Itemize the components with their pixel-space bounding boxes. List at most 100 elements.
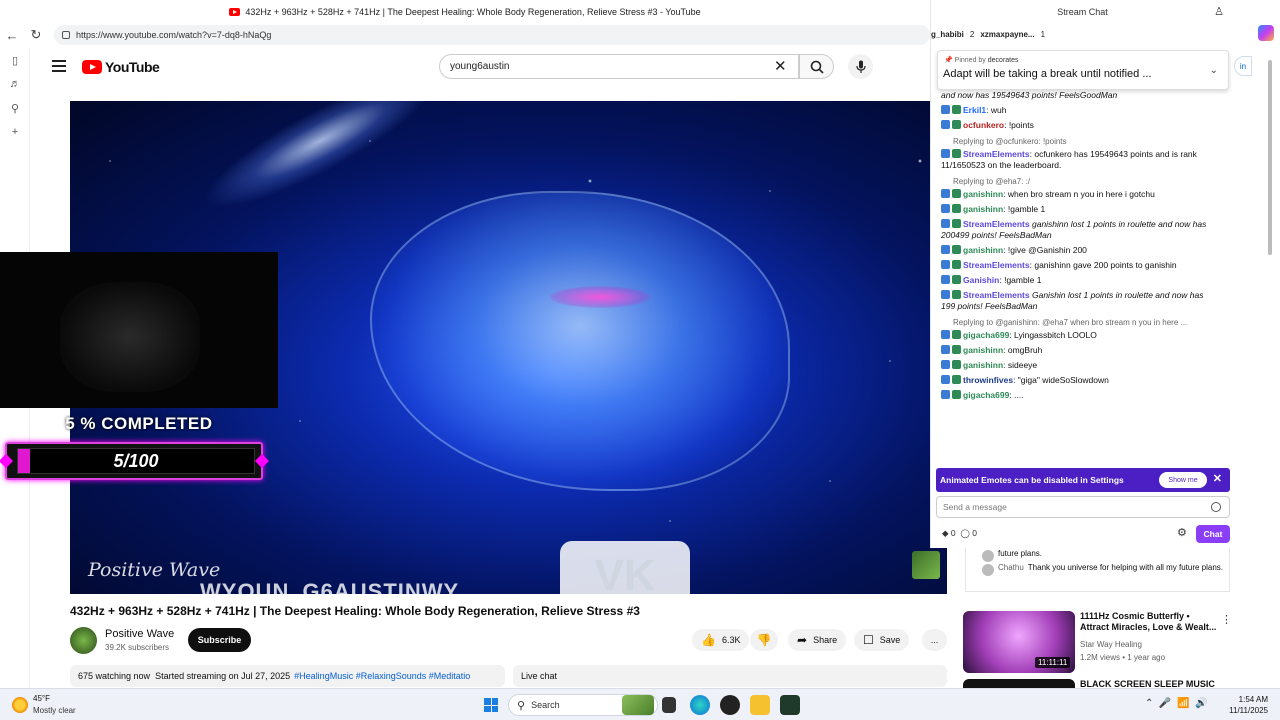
gear-icon[interactable]: ⚙ — [1177, 526, 1187, 539]
chat-badge-icon[interactable] — [941, 375, 950, 384]
back-icon[interactable]: ← — [0, 24, 24, 46]
chat-badge-icon[interactable] — [941, 345, 950, 354]
chat-badge-icon[interactable] — [952, 245, 961, 254]
recommended-video[interactable]: 11:11:11 1111Hz Cosmic Butterfly • Attra… — [963, 611, 1233, 675]
chat-badge-icon[interactable] — [941, 260, 950, 269]
chat-badge-icon[interactable] — [941, 275, 950, 284]
chat-username[interactable]: ganishinn — [963, 360, 1003, 370]
chat-badge-icon[interactable] — [941, 390, 950, 399]
search-tabs-icon[interactable]: ⚲ — [0, 96, 30, 120]
chat-badge-icon[interactable] — [941, 120, 950, 129]
chat-badge-icon[interactable] — [941, 290, 950, 299]
file-explorer-icon[interactable] — [750, 695, 770, 715]
chat-badge-icon[interactable] — [952, 390, 961, 399]
video-thumbnail[interactable] — [963, 679, 1075, 688]
menu-icon[interactable] — [52, 60, 66, 72]
chat-username[interactable]: StreamElements — [963, 219, 1030, 229]
show-me-button[interactable]: Show me — [1159, 472, 1207, 488]
chat-badge-icon[interactable] — [941, 149, 950, 158]
chat-username[interactable]: gigacha699 — [963, 330, 1009, 340]
youtube-logo[interactable]: YouTube — [82, 59, 160, 75]
description-hashtags[interactable]: #HealingMusic #RelaxingSounds #Meditatio — [294, 671, 470, 681]
channel-points[interactable]: ◆ 0 ◯ 0 — [942, 528, 977, 539]
gifter-name[interactable]: xzmaxpayne... — [980, 30, 1034, 39]
live-chat-tab[interactable]: Live chat — [513, 665, 947, 687]
recommended-video[interactable]: BLACK SCREEN SLEEP MUSIC — [963, 679, 1233, 688]
chat-username[interactable]: StreamElements — [963, 149, 1030, 159]
chat-badge-icon[interactable] — [952, 345, 961, 354]
chat-badge-icon[interactable] — [941, 330, 950, 339]
chat-badge-icon[interactable] — [952, 260, 961, 269]
chevron-down-icon[interactable]: ⌄ — [1210, 65, 1218, 76]
chat-badge-icon[interactable] — [952, 330, 961, 339]
chat-badge-icon[interactable] — [941, 204, 950, 213]
chat-username[interactable]: ocfunkero — [963, 120, 1004, 130]
url-bar[interactable]: https://www.youtube.com/watch?v=7-dq8-hN… — [54, 25, 930, 45]
chat-badge-icon[interactable] — [952, 275, 961, 284]
recommended-title[interactable]: BLACK SCREEN SLEEP MUSIC — [1080, 679, 1220, 688]
chat-badge-icon[interactable] — [952, 375, 961, 384]
chat-username[interactable]: StreamElements — [963, 290, 1030, 300]
app-icon[interactable] — [780, 695, 800, 715]
chat-badge-icon[interactable] — [952, 290, 961, 299]
chat-input[interactable]: Send a message — [936, 496, 1230, 518]
subscribe-button[interactable]: Subscribe — [188, 628, 251, 652]
community-icon[interactable]: ♙ — [1214, 5, 1224, 18]
chat-username[interactable]: Ganishin — [963, 275, 999, 285]
channel-avatar[interactable] — [70, 627, 97, 654]
emote-picker-icon[interactable] — [1211, 502, 1221, 512]
chat-badge-icon[interactable] — [952, 105, 961, 114]
refresh-icon[interactable]: ↻ — [24, 24, 48, 46]
chat-badge-icon[interactable] — [952, 204, 961, 213]
chat-badge-icon[interactable] — [952, 189, 961, 198]
tab-actions-icon[interactable]: ▯ — [0, 48, 30, 72]
system-tray[interactable]: ⌃ 🎤 📶 🔊 — [1145, 698, 1207, 709]
like-button[interactable]: 👍 6.3K — [692, 629, 750, 651]
audio-tab-icon[interactable]: ♬ — [0, 72, 30, 96]
chat-username[interactable]: throwinfives — [963, 375, 1013, 385]
close-icon[interactable]: ✕ — [1213, 472, 1222, 485]
start-icon[interactable] — [484, 698, 498, 712]
chat-username[interactable]: ganishinn — [963, 345, 1003, 355]
dislike-button[interactable]: 👎 — [750, 629, 778, 651]
chat-username[interactable]: Erkil1 — [963, 105, 986, 115]
more-options-icon[interactable]: ⋮ — [1221, 613, 1232, 626]
description-box[interactable]: 675 watching now Started streaming on Ju… — [70, 665, 505, 687]
clock[interactable]: 1:54 AM 11/11/2025 — [1224, 694, 1268, 716]
new-tab-icon[interactable]: + — [0, 120, 30, 144]
channel-name[interactable]: Positive Wave — [105, 628, 174, 640]
save-button[interactable]: ☐ Save — [854, 629, 910, 651]
clear-search-icon[interactable]: ✕ — [774, 57, 787, 75]
more-actions-button[interactable]: ... — [922, 629, 947, 651]
chat-username[interactable]: ganishinn — [963, 204, 1003, 214]
media-player-icon[interactable] — [720, 695, 740, 715]
pinned-message[interactable]: 📌 Pinned by decorates Adapt will be taki… — [937, 50, 1229, 90]
chat-badge-icon[interactable] — [941, 219, 950, 228]
recommended-channel[interactable]: Star Way Healing — [1080, 640, 1142, 649]
chat-username[interactable]: ganishinn — [963, 245, 1003, 255]
chat-username[interactable]: StreamElements — [963, 260, 1030, 270]
scrollbar[interactable] — [1268, 60, 1272, 255]
gifter-name[interactable]: g_habibi — [931, 30, 964, 39]
task-view-icon[interactable] — [662, 697, 676, 713]
widgets-app-icon[interactable] — [622, 695, 654, 715]
search-button[interactable] — [799, 54, 834, 79]
chat-badge-icon[interactable] — [952, 219, 961, 228]
chat-username[interactable]: ganishinn — [963, 189, 1003, 199]
chat-badge-icon[interactable] — [952, 149, 961, 158]
recommended-title[interactable]: 1111Hz Cosmic Butterfly • Attract Miracl… — [1080, 611, 1220, 633]
chat-badge-icon[interactable] — [952, 120, 961, 129]
chat-username[interactable]: gigacha699 — [963, 390, 1009, 400]
chat-badge-icon[interactable] — [941, 245, 950, 254]
chat-badge-icon[interactable] — [952, 360, 961, 369]
edge-browser-icon[interactable] — [690, 695, 710, 715]
search-input[interactable]: young6austin — [439, 54, 799, 79]
share-button[interactable]: ➦ Share — [788, 629, 847, 651]
chat-badge-icon[interactable] — [941, 360, 950, 369]
copilot-icon[interactable] — [1258, 25, 1274, 41]
site-info-icon[interactable] — [62, 31, 70, 39]
chat-send-button[interactable]: Chat — [1196, 525, 1230, 543]
sign-in-button[interactable]: in — [1234, 56, 1252, 76]
chat-badge-icon[interactable] — [941, 105, 950, 114]
voice-search-button[interactable] — [848, 54, 873, 79]
